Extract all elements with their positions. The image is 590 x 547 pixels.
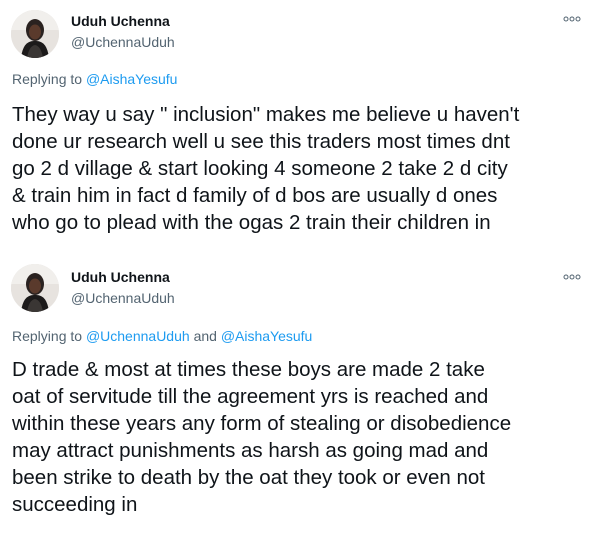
tweet-text-line: within these years any form of stealing … [12,412,512,435]
replying-joiner: and [193,328,217,344]
mention-aishayesufu[interactable]: @AishaYesufu [86,71,178,87]
tweet-1: Uduh Uchenna @UchennaUduh Replying to @A… [0,0,590,258]
replying-prefix: Replying to [12,328,83,344]
author-name[interactable]: Uduh Uchenna [71,13,170,29]
tweet-text-line: may attract punishments as harsh as goin… [12,439,489,462]
tweet-text-line: done ur research well u see this traders… [12,130,510,153]
mention-uchennauduh[interactable]: @UchennaUduh [86,328,190,344]
tweet-text-line: go 2 d village & start looking 4 someone… [12,157,508,180]
tweet-text-line: who go to plead with the ogas 2 train th… [12,211,491,234]
mention-aishayesufu[interactable]: @AishaYesufu [221,328,313,344]
tweet-text: D trade & most at times these boys are m… [12,356,511,518]
author-handle[interactable]: @UchennaUduh [71,34,175,50]
tweet-text-line: been strike to death by the oat they too… [12,466,485,489]
replying-to: Replying to @UchennaUduh and @AishaYesuf… [12,328,312,344]
avatar-photo-icon [11,264,59,312]
tweet-text-line: & train him in fact d family of d bos ar… [12,184,498,207]
replying-prefix: Replying to [12,71,83,87]
avatar[interactable] [11,264,59,312]
tweet-text-line: oat of servitude till the agreement yrs … [12,385,489,408]
tweet-text-line: D trade & most at times these boys are m… [12,358,485,381]
avatar-photo-icon [11,10,59,58]
author-handle[interactable]: @UchennaUduh [71,290,175,306]
tweet-text-line: succeeding in [12,493,138,516]
tweet-2: Uduh Uchenna @UchennaUduh Replying to @U… [0,258,590,547]
replying-to: Replying to @AishaYesufu [12,71,177,87]
more-options-icon[interactable] [561,270,583,284]
more-options-icon[interactable] [561,12,583,26]
avatar[interactable] [11,10,59,58]
tweet-text-line: They way u say " inclusion" makes me bel… [12,103,520,126]
author-name[interactable]: Uduh Uchenna [71,269,170,285]
tweet-text: They way u say " inclusion" makes me bel… [12,101,519,236]
